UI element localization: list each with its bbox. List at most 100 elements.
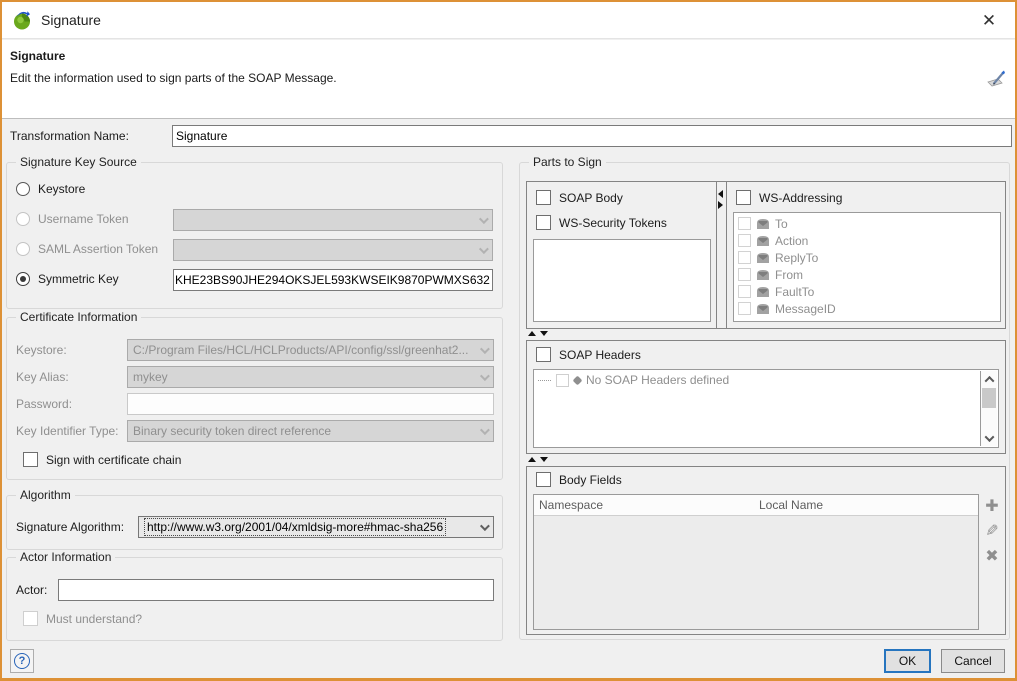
signature-algorithm-value: http://www.w3.org/2001/04/xmldsig-more#h… <box>144 518 446 536</box>
actor-input[interactable] <box>58 579 494 601</box>
ws-addressing-item-action[interactable]: Action <box>734 232 1000 249</box>
ws-addressing-item-faultto[interactable]: FaultTo <box>734 283 1000 300</box>
actor-information-legend: Actor Information <box>16 550 115 564</box>
certificate-information-legend: Certificate Information <box>16 310 141 324</box>
bullet-icon <box>573 375 583 385</box>
help-button[interactable]: ? <box>10 649 34 673</box>
body-fields-table-header: Namespace Local Name <box>534 495 978 516</box>
symmetric-key-radio[interactable] <box>16 272 30 286</box>
actor-label: Actor: <box>16 583 47 597</box>
must-understand-label: Must understand? <box>46 612 142 626</box>
collapse-left-icon <box>718 190 723 198</box>
scroll-down-icon[interactable] <box>981 430 997 446</box>
soap-headers-checkbox[interactable] <box>536 347 551 362</box>
ws-security-tokens-checkbox[interactable] <box>536 215 551 230</box>
ws-addressing-item-messageid[interactable]: MessageID <box>734 300 1000 317</box>
header-description: Edit the information used to sign parts … <box>10 71 337 85</box>
header-checkbox[interactable] <box>556 374 569 387</box>
item-label: ReplyTo <box>775 251 818 265</box>
no-soap-headers-row[interactable]: No SOAP Headers defined <box>534 370 998 390</box>
key-alias-combo[interactable]: mykey <box>127 366 494 388</box>
password-label: Password: <box>16 397 72 411</box>
chevron-down-icon <box>479 244 489 254</box>
split-collapse-buttons[interactable] <box>528 331 548 336</box>
collapse-up-icon <box>528 457 536 462</box>
keystore-radio[interactable] <box>16 182 30 196</box>
close-icon[interactable]: ✕ <box>975 8 1003 34</box>
ws-addressing-checkbox[interactable] <box>736 190 751 205</box>
add-icon[interactable]: ✚ <box>983 497 1001 515</box>
item-checkbox[interactable] <box>738 251 751 264</box>
split-collapse-buttons[interactable] <box>718 190 723 209</box>
soap-body-label: SOAP Body <box>559 191 623 205</box>
envelope-icon <box>756 303 770 315</box>
username-token-combo[interactable] <box>173 209 493 231</box>
split-collapse-buttons[interactable] <box>528 457 548 462</box>
username-token-radio[interactable] <box>16 212 30 226</box>
signature-algorithm-combo[interactable]: http://www.w3.org/2001/04/xmldsig-more#h… <box>138 516 494 538</box>
cert-keystore-combo[interactable]: C:/Program Files/HCL/HCLProducts/API/con… <box>127 339 494 361</box>
item-checkbox[interactable] <box>738 268 751 281</box>
symmetric-key-radio-label: Symmetric Key <box>38 272 119 286</box>
soap-headers-tree: No SOAP Headers defined <box>533 369 999 448</box>
algorithm-group: Algorithm Signature Algorithm: http://ww… <box>6 495 503 550</box>
certificate-information-group: Certificate Information Keystore: C:/Pro… <box>6 317 503 480</box>
item-label: Action <box>775 234 808 248</box>
chevron-down-icon <box>480 344 490 354</box>
password-input[interactable] <box>127 393 494 415</box>
window-title: Signature <box>41 12 101 28</box>
item-checkbox[interactable] <box>738 285 751 298</box>
key-identifier-type-combo[interactable]: Binary security token direct reference <box>127 420 494 442</box>
key-identifier-type-label: Key Identifier Type: <box>16 424 119 438</box>
column-namespace[interactable]: Namespace <box>534 495 754 515</box>
soap-body-pane: SOAP Body WS-Security Tokens <box>527 182 717 328</box>
titlebar: Signature ✕ <box>2 2 1015 39</box>
scroll-up-icon[interactable] <box>981 371 997 387</box>
sign-certificate-chain-label: Sign with certificate chain <box>46 453 181 467</box>
dialog-footer: ? OK Cancel <box>2 645 1015 678</box>
scrollbar-thumb[interactable] <box>982 388 996 408</box>
soap-headers-scrollbar[interactable] <box>980 371 997 446</box>
envelope-icon <box>756 269 770 281</box>
ws-addressing-item-from[interactable]: From <box>734 266 1000 283</box>
column-local-name[interactable]: Local Name <box>754 495 828 515</box>
saml-assertion-radio-label: SAML Assertion Token <box>38 242 158 256</box>
item-checkbox[interactable] <box>738 217 751 230</box>
edit-signature-icon[interactable] <box>986 68 1006 88</box>
saml-assertion-combo[interactable] <box>173 239 493 261</box>
item-checkbox[interactable] <box>738 302 751 315</box>
item-checkbox[interactable] <box>738 234 751 247</box>
dialog-content: Transformation Name: Signature Key Sourc… <box>2 119 1015 647</box>
ws-addressing-item-replyto[interactable]: ReplyTo <box>734 249 1000 266</box>
parts-to-sign-group: Parts to Sign SOAP Body WS-Security Toke… <box>519 162 1010 640</box>
item-label: FaultTo <box>775 285 814 299</box>
transformation-name-input[interactable] <box>172 125 1012 147</box>
collapse-up-icon <box>528 331 536 336</box>
body-fields-checkbox[interactable] <box>536 472 551 487</box>
collapse-down-icon <box>540 331 548 336</box>
no-soap-headers-text: No SOAP Headers defined <box>586 373 729 387</box>
ws-addressing-list: To Action ReplyTo <box>733 212 1001 322</box>
symmetric-key-input[interactable] <box>173 269 493 291</box>
ws-security-tokens-list[interactable] <box>533 239 711 322</box>
key-identifier-type-value: Binary security token direct reference <box>133 424 331 438</box>
algorithm-legend: Algorithm <box>16 488 75 502</box>
cert-keystore-label: Keystore: <box>16 343 67 357</box>
parts-top-split: SOAP Body WS-Security Tokens WS-Addressi… <box>526 181 1006 329</box>
sign-certificate-chain-checkbox[interactable] <box>23 452 38 467</box>
dialog-header: Signature Edit the information used to s… <box>2 40 1015 119</box>
item-label: From <box>775 268 803 282</box>
ok-button[interactable]: OK <box>884 649 931 673</box>
saml-assertion-radio[interactable] <box>16 242 30 256</box>
ws-addressing-item-to[interactable]: To <box>734 215 1000 232</box>
soap-body-checkbox[interactable] <box>536 190 551 205</box>
must-understand-checkbox[interactable] <box>23 611 38 626</box>
signature-key-source-group: Signature Key Source Keystore Username T… <box>6 162 503 309</box>
cancel-button[interactable]: Cancel <box>941 649 1005 673</box>
edit-pencil-icon[interactable]: ✎ <box>983 522 1001 540</box>
username-token-radio-label: Username Token <box>38 212 129 226</box>
cert-keystore-value: C:/Program Files/HCL/HCLProducts/API/con… <box>133 343 468 357</box>
delete-icon[interactable]: ✖ <box>983 547 1001 565</box>
soap-headers-label: SOAP Headers <box>559 348 641 362</box>
ws-addressing-label: WS-Addressing <box>759 191 842 205</box>
